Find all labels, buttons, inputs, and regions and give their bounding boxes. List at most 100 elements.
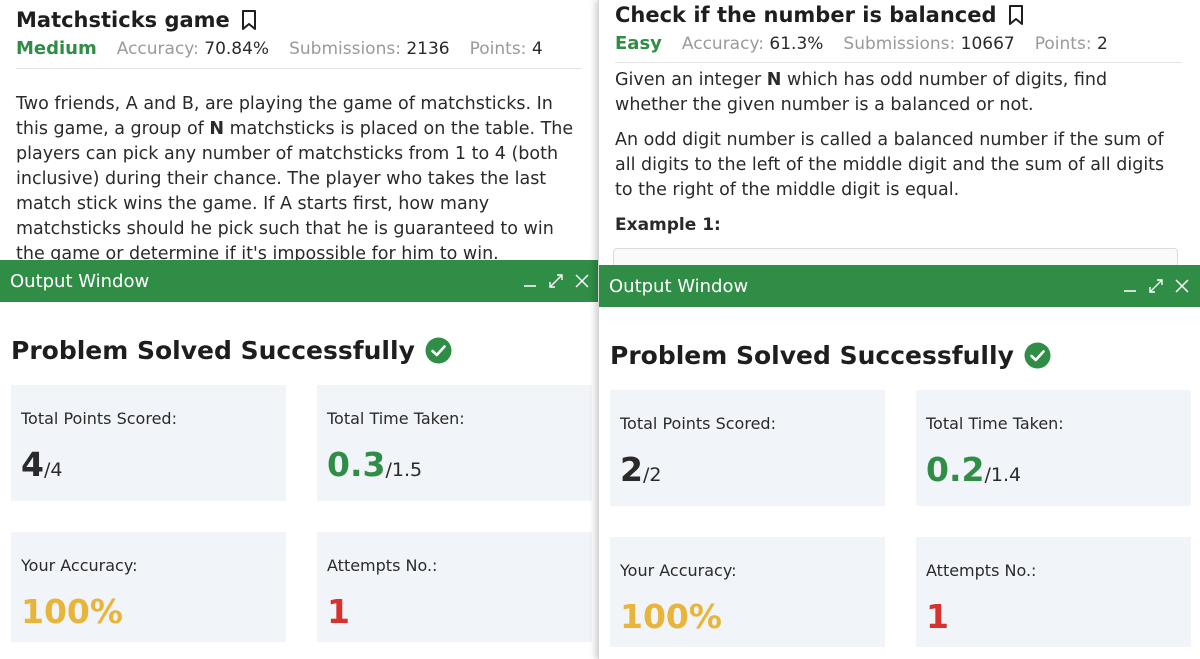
card-label: Total Points Scored: [620, 414, 776, 433]
output-window: Output Window Problem Solved Successfull… [599, 265, 1200, 659]
time-taken-value: 0.3/1.5 [327, 445, 422, 484]
points-label: Points: [1034, 34, 1092, 54]
output-window-title: Output Window [10, 270, 150, 292]
time-taken: 0.3 [327, 445, 386, 484]
card-label: Attempts No.: [926, 561, 1037, 580]
accuracy-value: 61.3% [769, 34, 824, 54]
right-problem-panel: Check if the number is balanced Easy Acc… [598, 0, 1200, 659]
title-row: Check if the number is balanced [615, 3, 1184, 27]
attempts-card: Attempts No.: 1 [317, 532, 592, 642]
attempts-result: 1 [327, 592, 350, 631]
problem-title: Check if the number is balanced [615, 3, 997, 27]
solved-message: Problem Solved Successfully [610, 341, 1014, 370]
problem-description: Given an integer N which has odd number … [615, 68, 1182, 248]
points-total: /2 [642, 464, 662, 486]
header-divider [16, 68, 582, 69]
bookmark-icon[interactable] [1007, 4, 1025, 26]
header-divider [615, 62, 1182, 63]
card-label: Total Points Scored: [21, 409, 177, 428]
problem-description: Two friends, A and B, are playing the ga… [16, 92, 582, 277]
attempts-card: Attempts No.: 1 [916, 537, 1191, 647]
accuracy-result: 100% [21, 592, 123, 631]
accuracy-percent: 100% [21, 592, 123, 631]
close-icon[interactable] [574, 273, 590, 289]
points-value: 4 [531, 39, 543, 59]
accuracy-card: Your Accuracy: 100% [11, 532, 286, 642]
description-paragraph: Given an integer N which has odd number … [615, 68, 1182, 118]
left-problem-panel: Matchsticks game Medium Accuracy: 70.84%… [0, 0, 600, 659]
output-window-bar: Output Window [599, 265, 1200, 307]
accuracy-label: Accuracy: [681, 34, 764, 54]
card-label: Total Time Taken: [327, 409, 465, 428]
points-scored: 4 [21, 445, 44, 484]
points-scored-card: Total Points Scored: 2/2 [610, 390, 885, 506]
expand-icon[interactable] [1148, 278, 1164, 294]
time-taken-value: 0.2/1.4 [926, 450, 1021, 489]
problem-header: Check if the number is balanced Easy Acc… [615, 3, 1184, 54]
output-window: Output Window Problem Solved Successfull… [0, 260, 600, 659]
submissions-value: 2136 [406, 39, 450, 59]
description-text: Given an integer [615, 70, 767, 90]
accuracy-result: 100% [620, 597, 722, 636]
accuracy-card: Your Accuracy: 100% [610, 537, 885, 647]
points-scored-value: 2/2 [620, 450, 661, 489]
solved-status: Problem Solved Successfully [11, 336, 452, 365]
points-scored-card: Total Points Scored: 4/4 [11, 385, 286, 501]
solved-status: Problem Solved Successfully [610, 341, 1051, 370]
card-label: Your Accuracy: [620, 561, 737, 580]
time-taken: 0.2 [926, 450, 985, 489]
attempts-count: 1 [926, 597, 949, 636]
description-paragraph: Two friends, A and B, are playing the ga… [16, 92, 582, 267]
example-label: Example 1: [615, 215, 721, 235]
accuracy-label: Accuracy: [116, 39, 199, 59]
description-paragraph: An odd digit number is called a balanced… [615, 130, 1165, 200]
points-stat: Points: 4 [470, 39, 543, 59]
output-window-bar: Output Window [0, 260, 600, 302]
points-total: /4 [43, 459, 63, 481]
submissions-value: 10667 [960, 34, 1015, 54]
submissions-label: Submissions: [843, 34, 956, 54]
description-variable: N [766, 70, 782, 90]
points-scored-value: 4/4 [21, 445, 62, 484]
window-controls [522, 273, 590, 289]
window-controls [1122, 278, 1190, 294]
points-scored: 2 [620, 450, 643, 489]
problem-title: Matchsticks game [16, 8, 230, 32]
attempts-result: 1 [926, 597, 949, 636]
problem-meta: Easy Accuracy: 61.3% Submissions: 10667 … [615, 33, 1184, 54]
accuracy-value: 70.84% [204, 39, 270, 59]
expand-icon[interactable] [548, 273, 564, 289]
close-icon[interactable] [1174, 278, 1190, 294]
attempts-count: 1 [327, 592, 350, 631]
problem-header: Matchsticks game Medium Accuracy: 70.84%… [16, 8, 584, 59]
difficulty-badge: Medium [16, 38, 97, 59]
accuracy-percent: 100% [620, 597, 722, 636]
output-window-title: Output Window [609, 275, 749, 297]
title-row: Matchsticks game [16, 8, 584, 32]
time-limit: /1.5 [385, 459, 423, 481]
bookmark-icon[interactable] [240, 9, 258, 31]
description-text: matchsticks is placed on the table. The … [16, 119, 574, 264]
solved-message: Problem Solved Successfully [11, 336, 415, 365]
submissions-stat: Submissions: 10667 [843, 34, 1014, 54]
time-limit: /1.4 [984, 464, 1022, 486]
submissions-stat: Submissions: 2136 [289, 39, 450, 59]
points-value: 2 [1096, 34, 1108, 54]
time-taken-card: Total Time Taken: 0.3/1.5 [317, 385, 592, 501]
accuracy-stat: Accuracy: 70.84% [117, 39, 269, 59]
card-label: Attempts No.: [327, 556, 438, 575]
points-label: Points: [469, 39, 527, 59]
card-label: Total Time Taken: [926, 414, 1064, 433]
check-circle-icon [1024, 342, 1051, 369]
accuracy-stat: Accuracy: 61.3% [682, 34, 824, 54]
difficulty-badge: Easy [615, 33, 662, 54]
minimize-icon[interactable] [522, 273, 538, 289]
description-variable: N [209, 119, 225, 139]
points-stat: Points: 2 [1035, 34, 1108, 54]
card-label: Your Accuracy: [21, 556, 138, 575]
submissions-label: Submissions: [289, 39, 401, 59]
problem-meta: Medium Accuracy: 70.84% Submissions: 213… [16, 38, 584, 59]
time-taken-card: Total Time Taken: 0.2/1.4 [916, 390, 1191, 506]
check-circle-icon [425, 337, 452, 364]
minimize-icon[interactable] [1122, 278, 1138, 294]
